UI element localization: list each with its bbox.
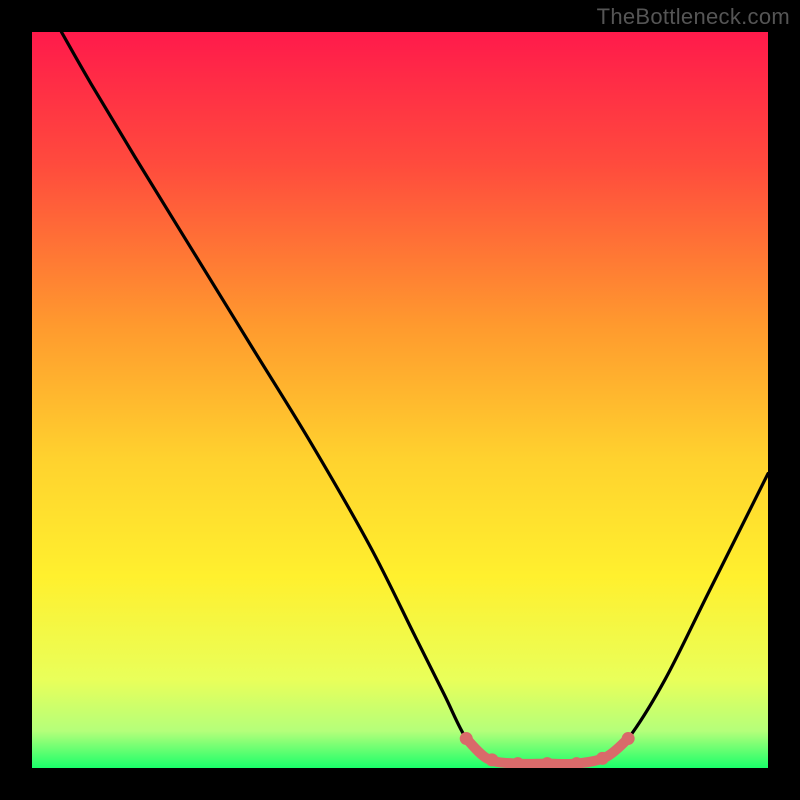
watermark-text: TheBottleneck.com	[597, 4, 790, 30]
plot-area	[32, 32, 768, 768]
chart-container: TheBottleneck.com	[0, 0, 800, 800]
optimal-marker-dot	[596, 752, 609, 765]
chart-svg	[32, 32, 768, 768]
optimal-marker-dot	[486, 753, 499, 766]
optimal-marker-dot	[460, 732, 473, 745]
optimal-marker-dot	[622, 732, 635, 745]
gradient-background	[32, 32, 768, 768]
